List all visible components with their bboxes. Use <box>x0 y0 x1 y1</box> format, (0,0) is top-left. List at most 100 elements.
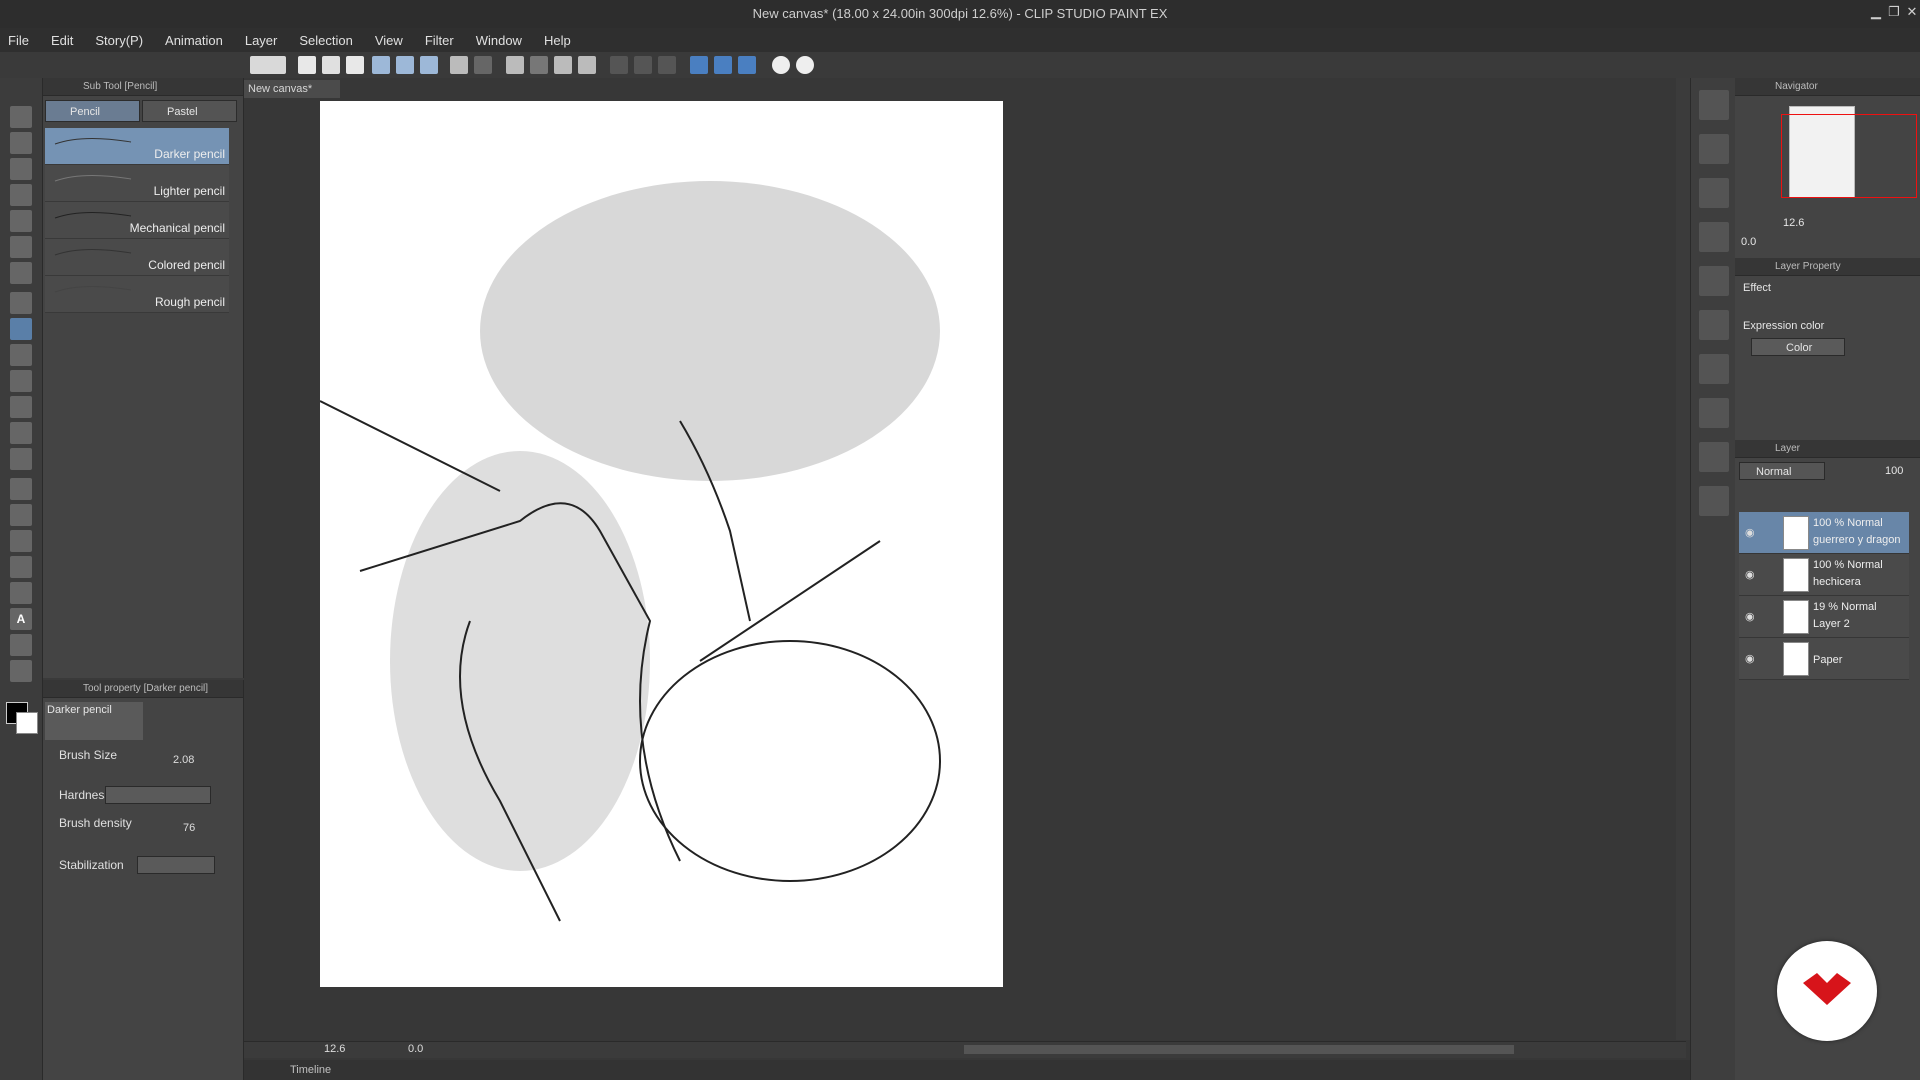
airbrush-tool-icon[interactable] <box>10 370 32 392</box>
save-icon[interactable] <box>346 56 364 74</box>
menu-filter[interactable]: Filter <box>425 33 454 48</box>
zoom-tool-icon[interactable] <box>10 106 32 128</box>
tab-pencil[interactable]: Pencil <box>45 100 140 122</box>
document-tab[interactable]: New canvas* <box>244 80 340 98</box>
menu-selection[interactable]: Selection <box>299 33 352 48</box>
canvas-paper[interactable] <box>319 101 1003 987</box>
grid-icon[interactable] <box>658 56 676 74</box>
text-tool-icon[interactable]: A <box>10 608 32 630</box>
scale-icon[interactable] <box>578 56 596 74</box>
layer-opacity-blend: 100 % Normal <box>1813 517 1883 529</box>
menu-layer[interactable]: Layer <box>245 33 278 48</box>
eraser-tool-icon[interactable] <box>10 422 32 444</box>
menu-file[interactable]: File <box>8 33 29 48</box>
visibility-eye-icon[interactable]: ◉ <box>1745 568 1755 581</box>
deselect-icon[interactable] <box>420 56 438 74</box>
eyedropper-icon[interactable] <box>10 262 32 284</box>
open-file-icon[interactable] <box>322 56 340 74</box>
menu-story[interactable]: Story(P) <box>95 33 143 48</box>
rotate-tool-icon[interactable] <box>10 132 32 154</box>
support-icon[interactable] <box>796 56 814 74</box>
menu-edit[interactable]: Edit <box>51 33 73 48</box>
dock-button-8[interactable] <box>1699 398 1729 428</box>
transform-icon[interactable] <box>554 56 572 74</box>
snap-special-ruler-icon[interactable] <box>714 56 732 74</box>
dock-button-2[interactable] <box>1699 134 1729 164</box>
layer-row[interactable]: ◉ 100 % Normal guerrero y dragon <box>1739 512 1909 554</box>
navigator-rotation[interactable]: 0.0 <box>1741 236 1756 248</box>
brush-mechanical-pencil[interactable]: Mechanical pencil <box>45 202 229 239</box>
restore-button[interactable]: ❐ <box>1886 4 1902 20</box>
zoom-readout[interactable]: 12.6 <box>324 1043 345 1055</box>
brush-tool-icon[interactable] <box>10 344 32 366</box>
clear-icon[interactable] <box>506 56 524 74</box>
brush-density-value[interactable]: 76 <box>183 822 195 834</box>
layer-row[interactable]: ◉ 19 % Normal Layer 2 <box>1739 596 1909 638</box>
dock-button-10[interactable] <box>1699 486 1729 516</box>
fill-icon[interactable] <box>530 56 548 74</box>
navigator-zoom[interactable]: 12.6 <box>1783 217 1804 229</box>
balloon-tool-icon[interactable] <box>10 634 32 656</box>
navigator-viewport[interactable] <box>1781 114 1917 198</box>
auto-select-icon[interactable] <box>10 236 32 258</box>
horizontal-scrollbar[interactable] <box>964 1045 1514 1054</box>
menu-window[interactable]: Window <box>476 33 522 48</box>
dock-button-1[interactable] <box>1699 90 1729 120</box>
ruler-icon[interactable] <box>610 56 628 74</box>
snap-ruler-icon[interactable] <box>690 56 708 74</box>
ruler-tool-icon[interactable] <box>10 582 32 604</box>
opacity-value[interactable]: 100 <box>1885 465 1903 477</box>
snap-icon[interactable] <box>634 56 652 74</box>
move-tool-icon[interactable] <box>10 158 32 180</box>
rotation-readout[interactable]: 0.0 <box>408 1043 423 1055</box>
operation-tool-icon[interactable] <box>10 184 32 206</box>
sub-color-swatch[interactable] <box>16 712 38 734</box>
dock-button-5[interactable] <box>1699 266 1729 296</box>
dock-button-7[interactable] <box>1699 354 1729 384</box>
blend-tool-icon[interactable] <box>10 448 32 470</box>
snap-grid-icon[interactable] <box>738 56 756 74</box>
lasso-tool-icon[interactable] <box>10 210 32 232</box>
decoration-tool-icon[interactable] <box>10 396 32 418</box>
visibility-eye-icon[interactable]: ◉ <box>1745 652 1755 665</box>
brush-darker-pencil[interactable]: Darker pencil <box>45 128 229 165</box>
dock-button-3[interactable] <box>1699 178 1729 208</box>
layer-row[interactable]: ◉ Paper <box>1739 638 1909 680</box>
dock-button-4[interactable] <box>1699 222 1729 252</box>
menu-view[interactable]: View <box>375 33 403 48</box>
pencil-tool-icon[interactable] <box>10 318 32 340</box>
tab-pastel[interactable]: Pastel <box>142 100 237 122</box>
clip-studio-icon[interactable] <box>250 56 286 74</box>
timeline-label[interactable]: Timeline <box>290 1064 331 1076</box>
undo-icon[interactable] <box>450 56 468 74</box>
close-button[interactable]: ✕ <box>1904 4 1920 20</box>
vertical-scrollbar[interactable] <box>1676 78 1690 1040</box>
select-layer-icon[interactable] <box>396 56 414 74</box>
brush-size-value[interactable]: 2.08 <box>173 754 194 766</box>
visibility-eye-icon[interactable]: ◉ <box>1745 526 1755 539</box>
layer-row[interactable]: ◉ 100 % Normal hechicera <box>1739 554 1909 596</box>
gradient-tool-icon[interactable] <box>10 504 32 526</box>
help-icon[interactable] <box>772 56 790 74</box>
brush-rough-pencil[interactable]: Rough pencil <box>45 276 229 313</box>
brush-lighter-pencil[interactable]: Lighter pencil <box>45 165 229 202</box>
correct-line-icon[interactable] <box>10 660 32 682</box>
hardness-selector[interactable] <box>105 786 211 804</box>
new-file-icon[interactable] <box>298 56 316 74</box>
menu-animation[interactable]: Animation <box>165 33 223 48</box>
frame-tool-icon[interactable] <box>10 556 32 578</box>
pen-tool-icon[interactable] <box>10 292 32 314</box>
select-icon[interactable] <box>372 56 390 74</box>
redo-icon[interactable] <box>474 56 492 74</box>
blend-mode-select[interactable]: Normal <box>1739 462 1825 480</box>
minimize-button[interactable]: ▁ <box>1868 4 1884 20</box>
stabilization-selector[interactable] <box>137 856 215 874</box>
visibility-eye-icon[interactable]: ◉ <box>1745 610 1755 623</box>
menu-help[interactable]: Help <box>544 33 571 48</box>
dock-button-9[interactable] <box>1699 442 1729 472</box>
fill-tool-icon[interactable] <box>10 478 32 500</box>
brush-colored-pencil[interactable]: Colored pencil <box>45 239 229 276</box>
expression-color-select[interactable]: Color <box>1751 338 1845 356</box>
dock-button-6[interactable] <box>1699 310 1729 340</box>
figure-tool-icon[interactable] <box>10 530 32 552</box>
